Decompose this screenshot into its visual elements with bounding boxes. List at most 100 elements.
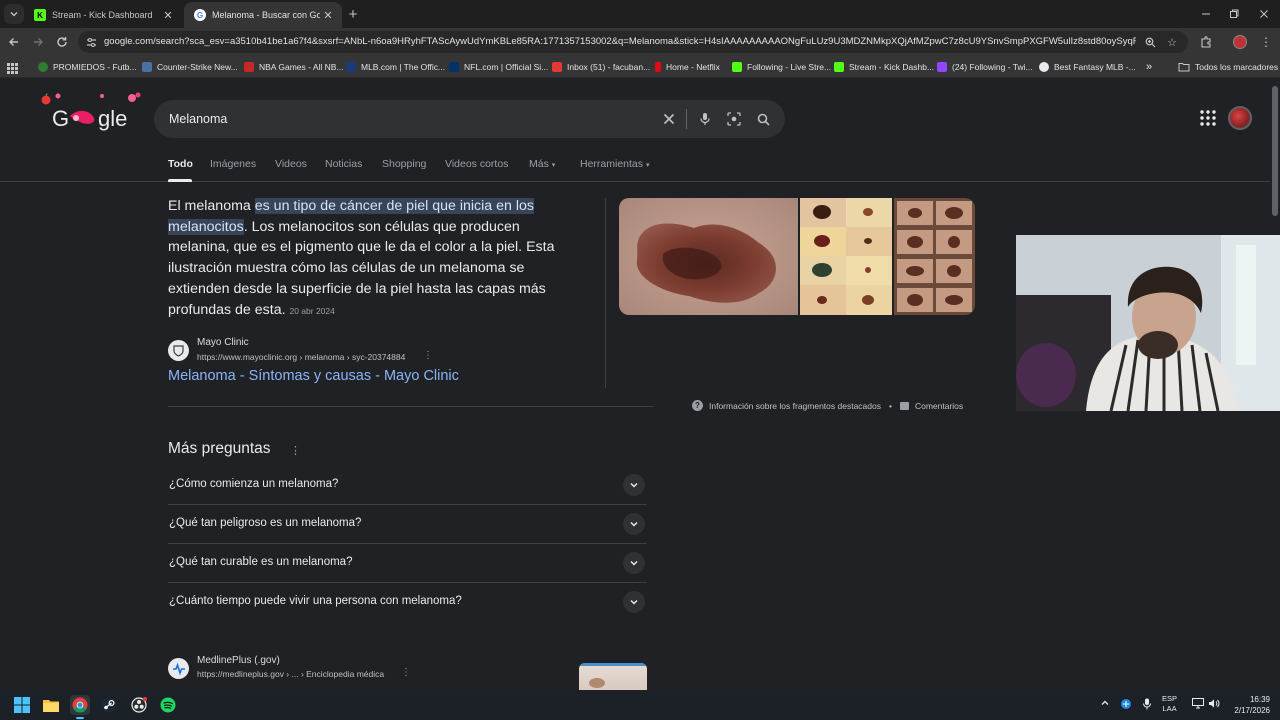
tab-title: Stream - Kick Dashboard [52, 10, 153, 20]
paa-question[interactable]: ¿Qué tan curable es un melanoma? [168, 544, 647, 583]
paa-question[interactable]: ¿Qué tan peligroso es un melanoma? [168, 505, 647, 544]
extensions-button[interactable] [1196, 32, 1216, 52]
restore-button[interactable] [1224, 4, 1244, 24]
paa-heading: Más preguntas [168, 440, 271, 457]
tab-search-button[interactable] [4, 4, 24, 24]
bookmark-item[interactable]: Inbox (51) - facuban... [552, 60, 650, 74]
profile-button[interactable] [1230, 32, 1250, 52]
lens-search-button[interactable] [725, 110, 743, 128]
bookmark-item[interactable]: PROMIEDOS - Futb... [38, 60, 137, 74]
source-more-icon[interactable]: ⋮ [423, 350, 433, 361]
tab-google-search[interactable]: G Melanoma - Buscar con Google ✕ [184, 2, 342, 28]
result-thumbnail[interactable] [579, 663, 647, 690]
back-button[interactable] [4, 32, 24, 52]
chevron-down-icon[interactable] [623, 591, 645, 613]
windows-start-icon[interactable] [12, 695, 32, 715]
steam-icon[interactable] [99, 695, 119, 715]
snippet-info-link[interactable]: Información sobre los fragmentos destaca… [709, 401, 881, 411]
search-button[interactable] [754, 110, 772, 128]
chevron-down-icon[interactable] [623, 513, 645, 535]
snippet-source-name[interactable]: Mayo Clinic [197, 337, 249, 348]
file-explorer-icon[interactable] [41, 695, 61, 715]
system-clock[interactable]: 16:39 2/17/2026 [1226, 694, 1270, 716]
medlineplus-favicon-icon[interactable] [168, 658, 189, 679]
bookmark-favicon-icon [38, 62, 48, 72]
bookmark-item[interactable]: (24) Following - Twi... [937, 60, 1033, 74]
feedback-link[interactable]: Comentarios [915, 401, 963, 411]
microphone-tray-icon[interactable] [1142, 698, 1152, 713]
tab-noticias[interactable]: Noticias [325, 158, 362, 170]
tab-videos[interactable]: Videos [275, 158, 307, 170]
google-apps-icon[interactable] [1199, 109, 1217, 127]
tab-mas[interactable]: Más ▾ [529, 158, 555, 170]
display-icon[interactable] [1192, 698, 1204, 712]
minimize-button[interactable] [1196, 4, 1216, 24]
melanoma-image-grid[interactable] [800, 198, 892, 315]
address-bar[interactable]: google.com/search?sca_esv=a3510b41be1a67… [78, 31, 1188, 53]
bookmarks-overflow-button[interactable]: » [1146, 60, 1152, 74]
search-box[interactable]: Melanoma [154, 100, 785, 138]
restore-icon [1230, 9, 1239, 18]
keyboard-language[interactable]: ESP LAA [1162, 694, 1177, 714]
snippet-result-link[interactable]: Melanoma - Síntomas y causas - Mayo Clin… [168, 368, 459, 384]
bookmark-item[interactable]: NBA Games - All NB... [244, 60, 344, 74]
bookmark-item[interactable]: Best Fantasy MLB -... [1039, 60, 1136, 74]
bookmark-item[interactable]: Home - Netflix [655, 60, 720, 74]
result-more-icon[interactable]: ⋮ [401, 667, 411, 678]
chevron-down-icon[interactable] [623, 474, 645, 496]
tray-overflow-icon[interactable] [1100, 698, 1110, 711]
volume-icon[interactable] [1208, 698, 1220, 712]
chrome-taskbar-icon[interactable] [70, 695, 90, 715]
search-input[interactable]: Melanoma [169, 112, 227, 126]
bookmark-item[interactable]: Following - Live Stre... [732, 60, 831, 74]
menu-button[interactable]: ⋮ [1256, 32, 1276, 52]
forward-button[interactable] [28, 32, 48, 52]
close-icon[interactable]: ✕ [320, 7, 336, 23]
bookmark-item[interactable]: Counter-Strike New... [142, 60, 238, 74]
paa-question[interactable]: ¿Cómo comienza un melanoma? [168, 466, 647, 505]
bookmark-item[interactable]: Stream - Kick Dashb... [834, 60, 934, 74]
scrollbar-thumb[interactable] [1272, 86, 1278, 216]
feedback-icon[interactable] [899, 401, 909, 410]
bookmark-item[interactable]: MLB.com | The Offic... [346, 60, 445, 74]
mayo-clinic-favicon-icon[interactable] [168, 340, 189, 361]
tab-videos-cortos[interactable]: Videos cortos [445, 158, 508, 170]
apps-grid-icon[interactable] [7, 61, 18, 79]
melanoma-image-main[interactable] [619, 198, 798, 315]
help-circle-icon[interactable]: ? [692, 400, 703, 411]
microphone-icon [700, 113, 710, 125]
google-doodle-logo[interactable]: G gle [40, 92, 150, 132]
search-icon [757, 113, 770, 126]
result-source-url[interactable]: https://medlineplus.gov › ... › Enciclop… [197, 669, 384, 679]
zoom-icon[interactable] [1142, 34, 1158, 50]
bookmark-item[interactable]: NFL.com | Official Si... [449, 60, 548, 74]
separator-dot: • [888, 400, 892, 411]
site-info-icon[interactable] [83, 34, 99, 50]
tab-todo[interactable]: Todo [168, 158, 193, 170]
result-source-name[interactable]: MedlinePlus (.gov) [197, 655, 280, 666]
reload-button[interactable] [52, 32, 72, 52]
close-window-button[interactable] [1254, 4, 1274, 24]
tab-shopping[interactable]: Shopping [382, 158, 426, 170]
bookmark-star-icon[interactable]: ☆ [1164, 34, 1180, 50]
close-icon[interactable]: ✕ [160, 7, 176, 23]
tab-imagenes[interactable]: Imágenes [210, 158, 256, 170]
voice-search-button[interactable] [696, 110, 714, 128]
melanoma-image-chart[interactable] [894, 198, 975, 315]
tab-herramientas[interactable]: Herramientas ▾ [580, 158, 649, 170]
tab-kick-dashboard[interactable]: K Stream - Kick Dashboard ✕ [24, 2, 182, 28]
spotify-icon[interactable] [158, 695, 178, 715]
obs-icon[interactable] [129, 695, 149, 715]
account-avatar[interactable] [1228, 106, 1252, 130]
clear-search-button[interactable] [660, 110, 678, 128]
folder-label: Todos los marcadores [1195, 62, 1279, 72]
paa-more-icon[interactable]: ⋮ [290, 444, 301, 457]
all-bookmarks-folder[interactable]: Todos los marcadores [1178, 60, 1278, 74]
network-app-icon[interactable] [1120, 698, 1132, 713]
minimize-icon [1202, 13, 1210, 15]
paa-question[interactable]: ¿Cuánto tiempo puede vivir una persona c… [168, 583, 647, 622]
snippet-source-url[interactable]: https://www.mayoclinic.org › melanoma › … [197, 352, 405, 362]
svg-text:gle: gle [98, 106, 127, 131]
chevron-down-icon[interactable] [623, 552, 645, 574]
new-tab-button[interactable]: + [344, 5, 362, 23]
